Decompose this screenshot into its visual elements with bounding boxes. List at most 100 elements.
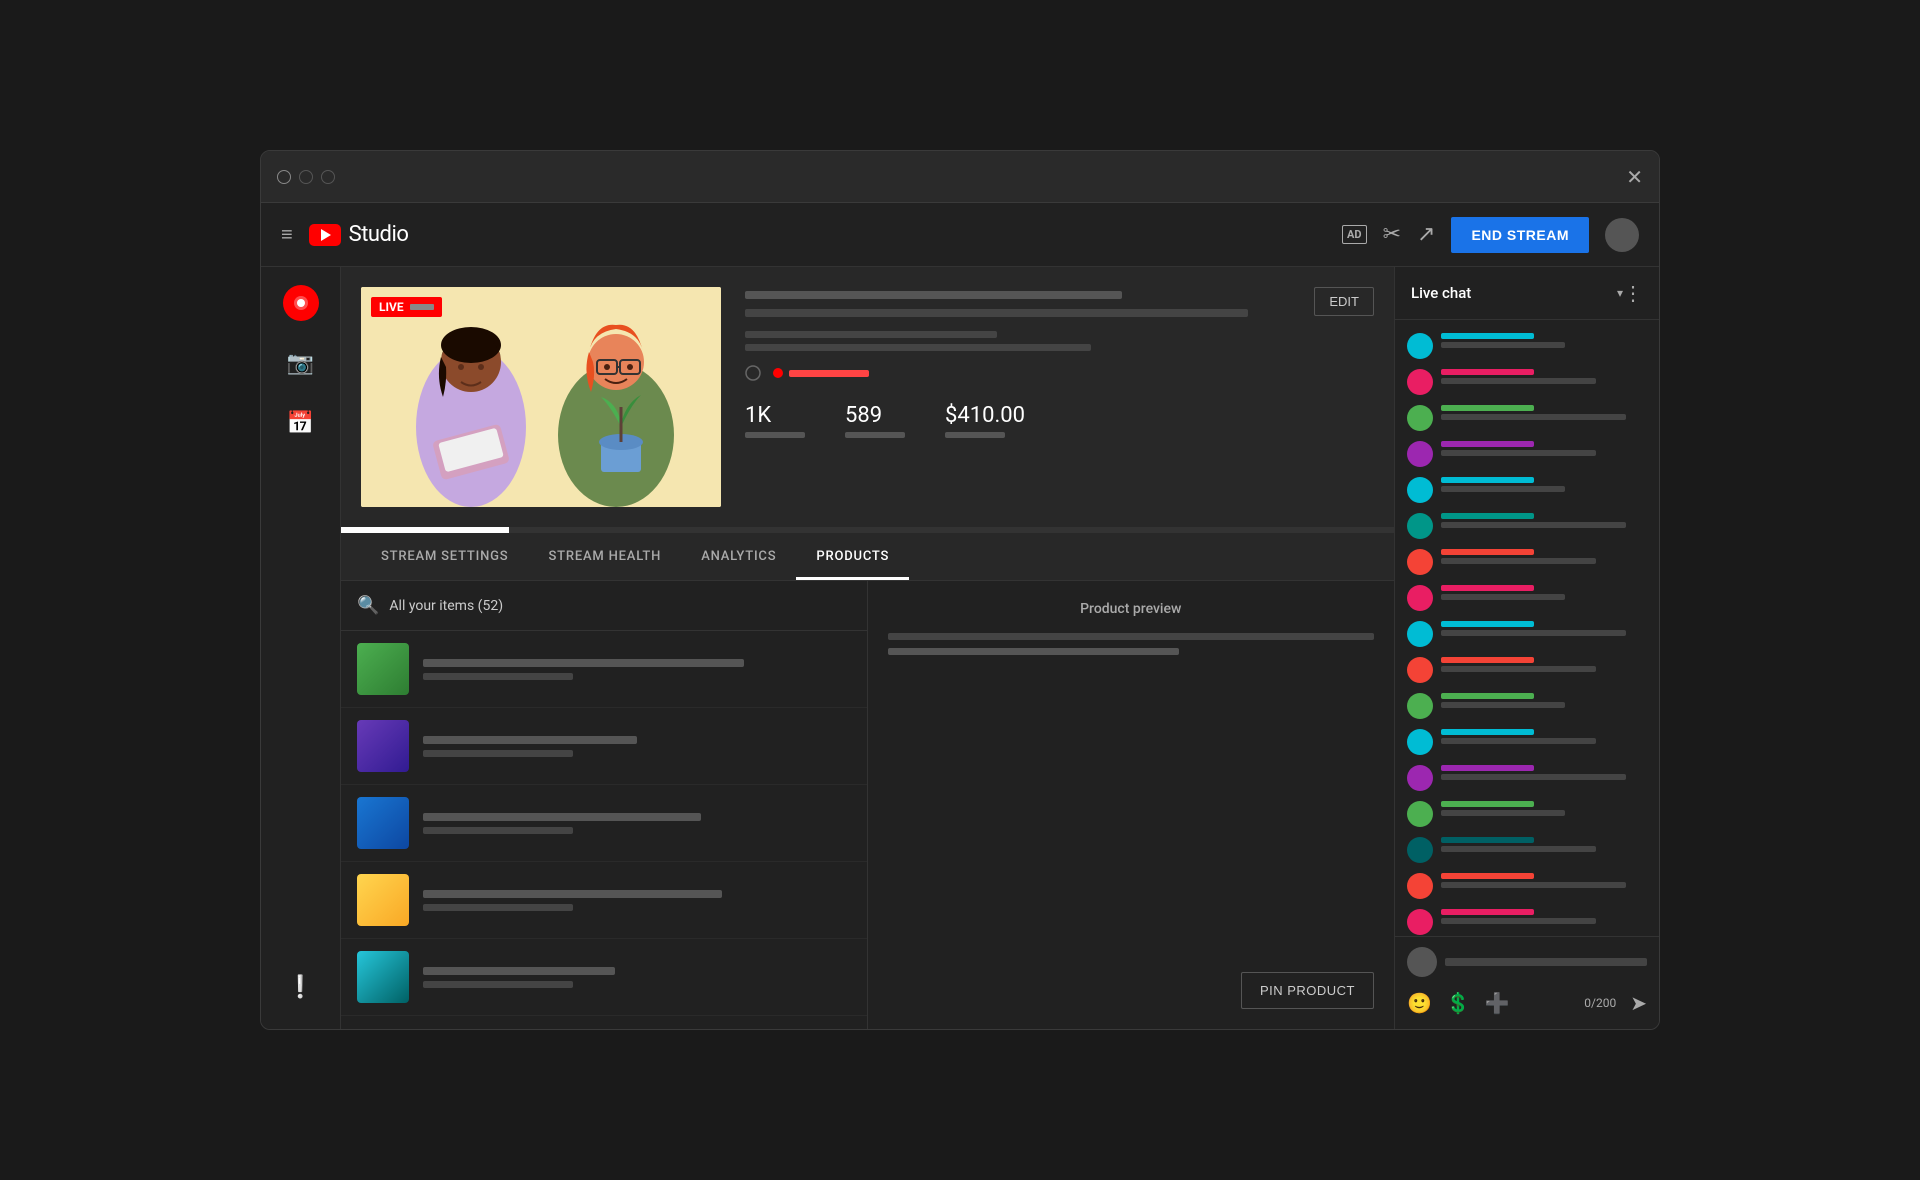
product-name-bar-1 bbox=[423, 659, 744, 667]
chat-user-avatar bbox=[1407, 947, 1437, 977]
live-status-bar bbox=[789, 370, 869, 377]
chat-avatar bbox=[1407, 909, 1433, 935]
sidebar-item-live[interactable] bbox=[271, 277, 331, 329]
chat-avatar bbox=[1407, 513, 1433, 539]
close-icon[interactable]: ✕ bbox=[1626, 165, 1643, 189]
chat-avatar bbox=[1407, 333, 1433, 359]
chat-message-item bbox=[1395, 364, 1659, 400]
chat-msg-bar bbox=[1441, 414, 1626, 420]
chat-avatar bbox=[1407, 369, 1433, 395]
main-content: 📷 📅 ❕ LIVE bbox=[261, 267, 1659, 1029]
meta-bar-2 bbox=[745, 344, 1091, 351]
chat-msg-bar bbox=[1441, 522, 1626, 528]
camera-icon: 📷 bbox=[287, 351, 314, 376]
chat-message-item bbox=[1395, 724, 1659, 760]
stat-revenue: $410.00 bbox=[945, 403, 1025, 438]
chat-text bbox=[1441, 693, 1647, 708]
chat-text bbox=[1441, 801, 1647, 816]
list-item[interactable] bbox=[341, 631, 867, 708]
sidebar: 📷 📅 ❕ bbox=[261, 267, 341, 1029]
viewers-bar bbox=[745, 432, 805, 438]
product-info-4 bbox=[423, 890, 851, 911]
studio-logo-text: Studio bbox=[349, 222, 409, 247]
add-icon[interactable]: ➕ bbox=[1485, 991, 1510, 1015]
send-icon[interactable]: ➤ bbox=[1630, 991, 1647, 1015]
user-avatar[interactable] bbox=[1605, 218, 1639, 252]
product-info-1 bbox=[423, 659, 851, 680]
product-image-4 bbox=[357, 874, 409, 926]
list-item[interactable] bbox=[341, 708, 867, 785]
stat-viewers: 1K bbox=[745, 403, 805, 438]
chat-more-icon[interactable]: ⋮ bbox=[1623, 281, 1643, 305]
chat-avatar bbox=[1407, 549, 1433, 575]
chat-name-bar bbox=[1441, 585, 1534, 591]
chat-msg-bar bbox=[1441, 558, 1596, 564]
live-indicator bbox=[745, 365, 761, 381]
chat-msg-bar bbox=[1441, 774, 1626, 780]
sidebar-item-feedback[interactable]: ❕ bbox=[271, 961, 331, 1013]
tab-stream-settings[interactable]: STREAM SETTINGS bbox=[361, 533, 528, 580]
stats-row: 1K 589 $410.00 bbox=[745, 403, 1374, 438]
pin-product-button[interactable]: PIN PRODUCT bbox=[1241, 972, 1374, 1009]
product-preview-title: Product preview bbox=[888, 601, 1375, 617]
sidebar-bottom: ❕ bbox=[271, 961, 331, 1013]
hamburger-icon[interactable]: ≡ bbox=[281, 222, 293, 247]
scissors-icon[interactable]: ✂ bbox=[1383, 222, 1401, 247]
chat-msg-bar bbox=[1441, 594, 1565, 600]
product-name-bar-5 bbox=[423, 967, 615, 975]
header-actions: AD ✂ ↗ END STREAM bbox=[1342, 217, 1639, 253]
chat-msg-bar bbox=[1441, 738, 1596, 744]
products-panel: 🔍 All your items (52) bbox=[341, 581, 1394, 1029]
center-content: LIVE bbox=[341, 267, 1394, 1029]
tab-stream-health[interactable]: STREAM HEALTH bbox=[528, 533, 681, 580]
chat-msg-bar bbox=[1441, 702, 1565, 708]
share-icon[interactable]: ↗ bbox=[1417, 222, 1435, 247]
sidebar-item-calendar[interactable]: 📅 bbox=[271, 397, 331, 449]
live-icon-circle bbox=[283, 285, 319, 321]
video-thumbnail: LIVE bbox=[361, 287, 721, 507]
sidebar-item-camera[interactable]: 📷 bbox=[271, 337, 331, 389]
chat-message-item bbox=[1395, 688, 1659, 724]
chat-name-bar bbox=[1441, 441, 1534, 447]
chat-avatar bbox=[1407, 693, 1433, 719]
chat-input-box[interactable] bbox=[1445, 958, 1647, 966]
play-triangle bbox=[321, 229, 331, 241]
chat-name-bar bbox=[1441, 873, 1534, 879]
chat-header: Live chat ▾ ⋮ bbox=[1395, 267, 1659, 320]
chat-text bbox=[1441, 333, 1647, 348]
chat-message-item bbox=[1395, 760, 1659, 796]
chat-title: Live chat bbox=[1411, 284, 1613, 302]
close-button[interactable] bbox=[277, 170, 291, 184]
list-item[interactable] bbox=[341, 785, 867, 862]
minimize-button[interactable] bbox=[299, 170, 313, 184]
maximize-button[interactable] bbox=[321, 170, 335, 184]
products-list: 🔍 All your items (52) bbox=[341, 581, 868, 1029]
tab-analytics[interactable]: ANALYTICS bbox=[681, 533, 796, 580]
chat-name-bar bbox=[1441, 765, 1534, 771]
chat-message-item bbox=[1395, 580, 1659, 616]
end-stream-button[interactable]: END STREAM bbox=[1451, 217, 1589, 253]
edit-button[interactable]: EDIT bbox=[1314, 287, 1374, 316]
list-item[interactable] bbox=[341, 862, 867, 939]
chat-message-item bbox=[1395, 616, 1659, 652]
product-price-bar-3 bbox=[423, 827, 573, 834]
product-image-2 bbox=[357, 720, 409, 772]
product-name-bar-3 bbox=[423, 813, 701, 821]
chat-text bbox=[1441, 729, 1647, 744]
tab-products[interactable]: PRODUCTS bbox=[796, 533, 909, 580]
list-item[interactable] bbox=[341, 939, 867, 1016]
likes-value: 589 bbox=[845, 403, 905, 428]
product-price-bar-4 bbox=[423, 904, 573, 911]
title-bar: ✕ bbox=[261, 151, 1659, 203]
emoji-icon[interactable]: 🙂 bbox=[1407, 991, 1432, 1015]
chat-message-item bbox=[1395, 328, 1659, 364]
chat-name-bar bbox=[1441, 657, 1534, 663]
product-image-5 bbox=[357, 951, 409, 1003]
search-text: All your items (52) bbox=[389, 598, 503, 614]
revenue-value: $410.00 bbox=[945, 403, 1025, 428]
stream-subtitle-bar bbox=[745, 309, 1248, 317]
product-image-3 bbox=[357, 797, 409, 849]
dollar-icon[interactable]: 💲 bbox=[1446, 991, 1471, 1015]
product-items bbox=[341, 631, 867, 1029]
stream-title-bar bbox=[745, 291, 1122, 299]
